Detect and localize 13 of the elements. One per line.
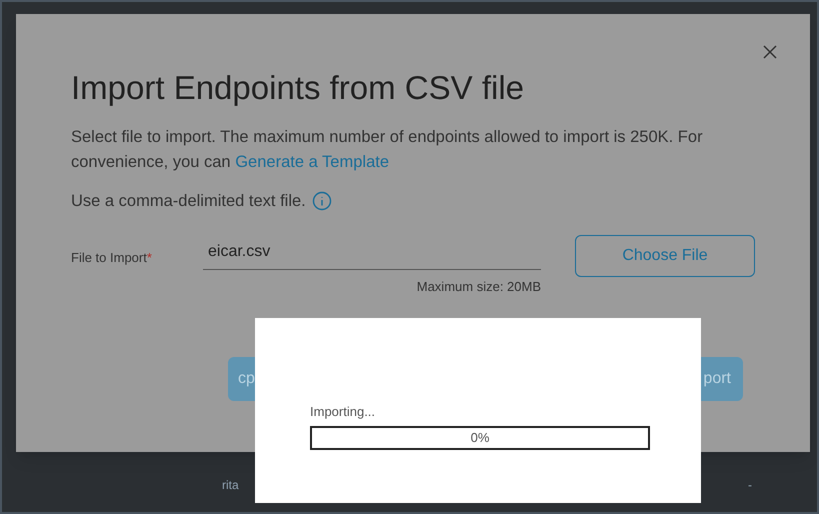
- choose-file-button[interactable]: Choose File: [575, 234, 755, 277]
- intro-text: Select file to import. The maximum number of endpoints allowed to import is 250K. For convenience, you can Generate a Template: [71, 127, 704, 173]
- progress-label: Importing...: [310, 403, 376, 421]
- cancel-button[interactable]: cp: [228, 357, 257, 401]
- hint-text: Use a comma-delimited text file.: [71, 191, 306, 212]
- dialog-title: Import Endpoints from CSV file: [71, 68, 526, 108]
- field-label: File to Import*: [71, 248, 153, 267]
- template-link[interactable]: Generate a Template: [235, 153, 390, 171]
- table-cell-text: rita: [222, 477, 239, 494]
- table-cell-text: -: [748, 477, 752, 494]
- progress-reading: 0%: [470, 428, 490, 447]
- size-note: Maximum size: 20MB: [416, 278, 541, 296]
- file-field[interactable]: eicar.csv: [203, 236, 541, 270]
